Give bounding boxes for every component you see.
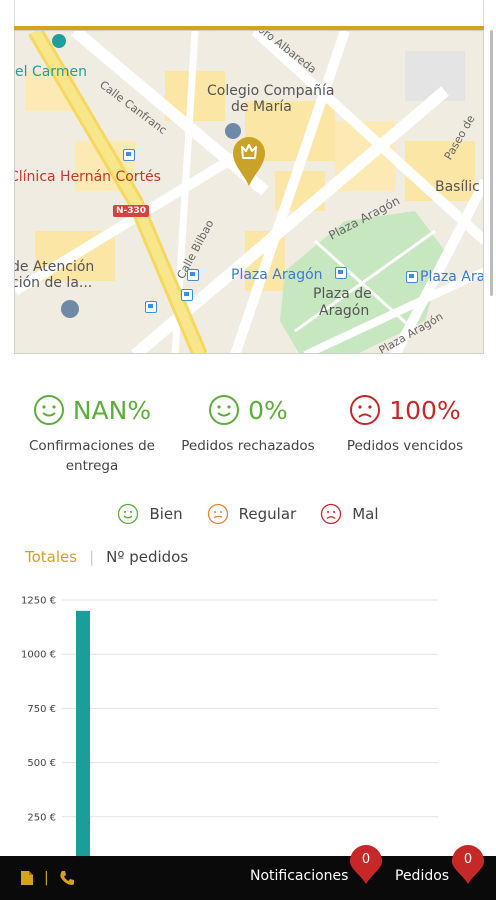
- map-label-atencion-2: ción de la...: [14, 275, 93, 291]
- neutral-face-icon: [207, 503, 228, 525]
- tab-totales[interactable]: Totales: [25, 548, 77, 566]
- chart-tabs: Totales | Nº pedidos: [25, 548, 188, 566]
- pedidos-badge[interactable]: 0: [451, 845, 485, 885]
- legend-item-mal: Mal: [320, 503, 379, 525]
- totals-bar-chart: 1250 € 1000 € 750 € 500 € 250 €: [21, 596, 438, 856]
- chart-bar[interactable]: [76, 610, 90, 856]
- map-label-clinica: Clínica Hernán Cortés: [14, 169, 161, 185]
- bus-stop-icon[interactable]: [187, 269, 199, 281]
- stat-vencidos: 100% Pedidos vencidos: [325, 392, 485, 456]
- pedidos-count: 0: [463, 852, 473, 867]
- legend-item-regular: Regular: [207, 503, 297, 525]
- happy-face-icon: [209, 395, 240, 425]
- map-label-plaza-aragon-stop: Plaza Aragón: [231, 267, 323, 283]
- bus-stop-icon[interactable]: [181, 289, 193, 301]
- legend-item-bien: Bien: [117, 503, 183, 525]
- top-panel: [14, 0, 484, 26]
- bottom-bar: | Notificaciones 0 Pedidos 0: [0, 845, 496, 900]
- tab-separator: |: [89, 548, 95, 566]
- y-tick-label: 1250 €: [21, 596, 56, 607]
- y-tick-label: 250 €: [27, 812, 56, 823]
- y-tick-label: 500 €: [27, 758, 56, 769]
- stat-label: Pedidos vencidos: [346, 438, 464, 454]
- sad-face-icon: [350, 395, 381, 425]
- map-label-atencion: de Atención: [14, 259, 95, 275]
- bus-stop-icon[interactable]: [406, 271, 418, 283]
- happy-face-icon: [33, 395, 64, 425]
- map-view[interactable]: Isidoro Albareda el Carmen Calle Canfran…: [14, 30, 484, 354]
- stat-label-2: entrega: [65, 458, 119, 474]
- happy-face-icon: [118, 503, 139, 525]
- bottom-bar-left: |: [20, 870, 75, 886]
- notificaciones-link[interactable]: Notificaciones: [250, 868, 348, 884]
- stat-label: Confirmaciones de: [29, 438, 155, 454]
- phone-icon[interactable]: [59, 870, 75, 886]
- map-label-colegio: Colegio Compañía: [207, 83, 335, 99]
- notificaciones-count: 0: [361, 852, 371, 867]
- stat-label: Pedidos rechazados: [181, 438, 315, 454]
- tab-num-pedidos[interactable]: Nº pedidos: [106, 548, 188, 566]
- stat-value: NAN%: [72, 395, 152, 425]
- legend-label: Regular: [238, 505, 297, 523]
- map-label-plaza-de: Plaza de: [313, 286, 372, 302]
- bus-stop-icon[interactable]: [145, 301, 157, 313]
- map-label-colegio-2: de María: [231, 99, 292, 115]
- bottom-bar-separator: |: [44, 870, 49, 886]
- legend-label: Bien: [149, 505, 183, 523]
- stat-confirmaciones: NAN% Confirmaciones de entrega: [12, 392, 172, 476]
- legend-label: Mal: [352, 505, 379, 523]
- pedidos-link[interactable]: Pedidos: [395, 868, 449, 884]
- road-badge-n330: N-330: [113, 205, 150, 217]
- y-tick-label: 750 €: [27, 704, 56, 715]
- map-label-basilica: Basílic: [435, 179, 480, 195]
- face-legend: Bien Regular Mal: [0, 503, 496, 525]
- document-icon[interactable]: [20, 870, 34, 886]
- stat-value: 100%: [389, 395, 461, 425]
- page-scrollbar[interactable]: [490, 30, 493, 296]
- notificaciones-badge[interactable]: 0: [349, 845, 383, 885]
- stat-value: 0%: [248, 395, 288, 425]
- stat-rechazados: 0% Pedidos rechazados: [168, 392, 328, 456]
- sad-face-icon: [321, 503, 342, 525]
- y-tick-label: 1000 €: [21, 650, 56, 661]
- map-label-aragon: Aragón: [319, 303, 370, 319]
- map-label-plaza-aragon-stop-2: Plaza Ara: [420, 269, 484, 285]
- bus-stop-icon[interactable]: [335, 267, 347, 279]
- map-label-el-carmen: el Carmen: [15, 64, 87, 80]
- bus-stop-icon[interactable]: [123, 149, 135, 161]
- location-pin-icon[interactable]: [231, 135, 267, 187]
